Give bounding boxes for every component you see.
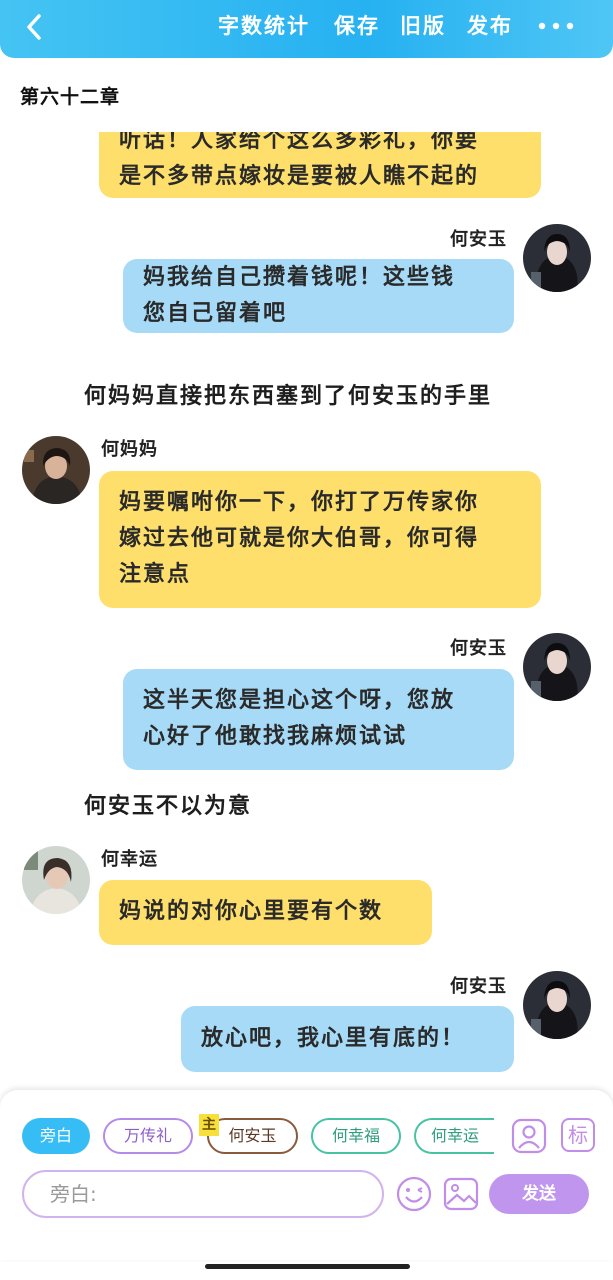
avatar-he-anyu[interactable]	[523, 971, 591, 1039]
message-line: 您自己留着吧	[143, 301, 288, 326]
character-manage-icon[interactable]	[511, 1118, 547, 1154]
sender-name: 何幸运	[101, 849, 158, 870]
role-chip-wan-chuanli[interactable]: 万传礼	[103, 1118, 193, 1154]
message-line: 妈要嘱咐你一下，你打了万传家你	[119, 490, 480, 515]
message-line: 心好了他敢找我麻烦试试	[143, 724, 408, 749]
message-bubble[interactable]: 这半天您是担心这个呀，您放 心好了他敢找我麻烦试试	[123, 669, 514, 770]
protagonist-badge: 主	[199, 1114, 219, 1136]
message-bubble[interactable]: 听话！人家给个这么多彩礼，你要 是不多带点嫁妆是要被人瞧不起的	[99, 132, 541, 198]
role-chip-he-xingyun[interactable]: 何幸运	[414, 1118, 494, 1154]
send-button[interactable]: 发送	[489, 1174, 589, 1214]
role-chip-he-anyu[interactable]: 何安玉	[207, 1118, 298, 1154]
avatar-he-anyu[interactable]	[523, 224, 591, 292]
message-line: 这半天您是担心这个呀，您放	[143, 688, 456, 713]
avatar-he-mama[interactable]	[22, 436, 90, 504]
publish-button[interactable]: 发布	[467, 12, 513, 40]
narration-text: 何安玉不以为意	[84, 794, 253, 819]
message-line: 妈我给自己攒着钱呢！这些钱	[143, 265, 456, 290]
message-bubble[interactable]: 妈要嘱咐你一下，你打了万传家你 嫁过去他可就是你大伯哥，你可得 注意点	[99, 471, 541, 608]
sender-name: 何安玉	[450, 638, 507, 659]
image-icon[interactable]	[443, 1176, 479, 1212]
message-line: 听话！人家给个这么多彩礼，你要	[119, 132, 480, 153]
chapter-title: 第六十二章	[20, 86, 121, 108]
message-bubble[interactable]: 妈说的对你心里要有个数	[99, 880, 432, 945]
message-line: 妈说的对你心里要有个数	[119, 899, 384, 924]
message-bubble[interactable]: 放心吧，我心里有底的！	[181, 1006, 514, 1072]
sender-name: 何妈妈	[101, 439, 158, 460]
save-button[interactable]: 保存	[334, 12, 380, 40]
emoji-icon[interactable]	[396, 1176, 432, 1212]
top-bar: 字数统计 保存 旧版 发布	[0, 0, 613, 58]
message-line: 嫁过去他可就是你大伯哥，你可得	[119, 526, 480, 551]
role-chip-he-xingfu[interactable]: 何幸福	[311, 1118, 401, 1154]
chat-area[interactable]: 听话！人家给个这么多彩礼，你要 是不多带点嫁妆是要被人瞧不起的 何安玉 妈我给自…	[0, 132, 613, 1082]
composer-panel: 旁白 万传礼 何安玉 主 何幸福 何幸运 标 旁白: 发送	[0, 1090, 613, 1260]
role-chip-narration[interactable]: 旁白	[22, 1118, 90, 1154]
back-arrow-icon[interactable]	[20, 12, 50, 42]
message-line: 注意点	[119, 562, 192, 587]
message-line: 放心吧，我心里有底的！	[201, 1026, 466, 1051]
message-input[interactable]: 旁白:	[22, 1170, 384, 1218]
sender-name: 何安玉	[450, 229, 507, 250]
narration-text: 何妈妈直接把东西塞到了何安玉的手里	[84, 384, 493, 409]
word-count-button[interactable]: 字数统计	[218, 12, 310, 40]
sender-name: 何安玉	[450, 976, 507, 997]
old-version-button[interactable]: 旧版	[400, 12, 446, 40]
avatar-he-xingyun[interactable]	[22, 846, 90, 914]
message-line: 是不多带点嫁妆是要被人瞧不起的	[119, 164, 480, 189]
message-bubble[interactable]: 妈我给自己攒着钱呢！这些钱 您自己留着吧	[123, 259, 514, 333]
home-indicator	[205, 1264, 410, 1269]
more-options-icon[interactable]	[536, 16, 576, 36]
tag-icon[interactable]: 标	[561, 1118, 595, 1152]
avatar-he-anyu[interactable]	[523, 633, 591, 701]
